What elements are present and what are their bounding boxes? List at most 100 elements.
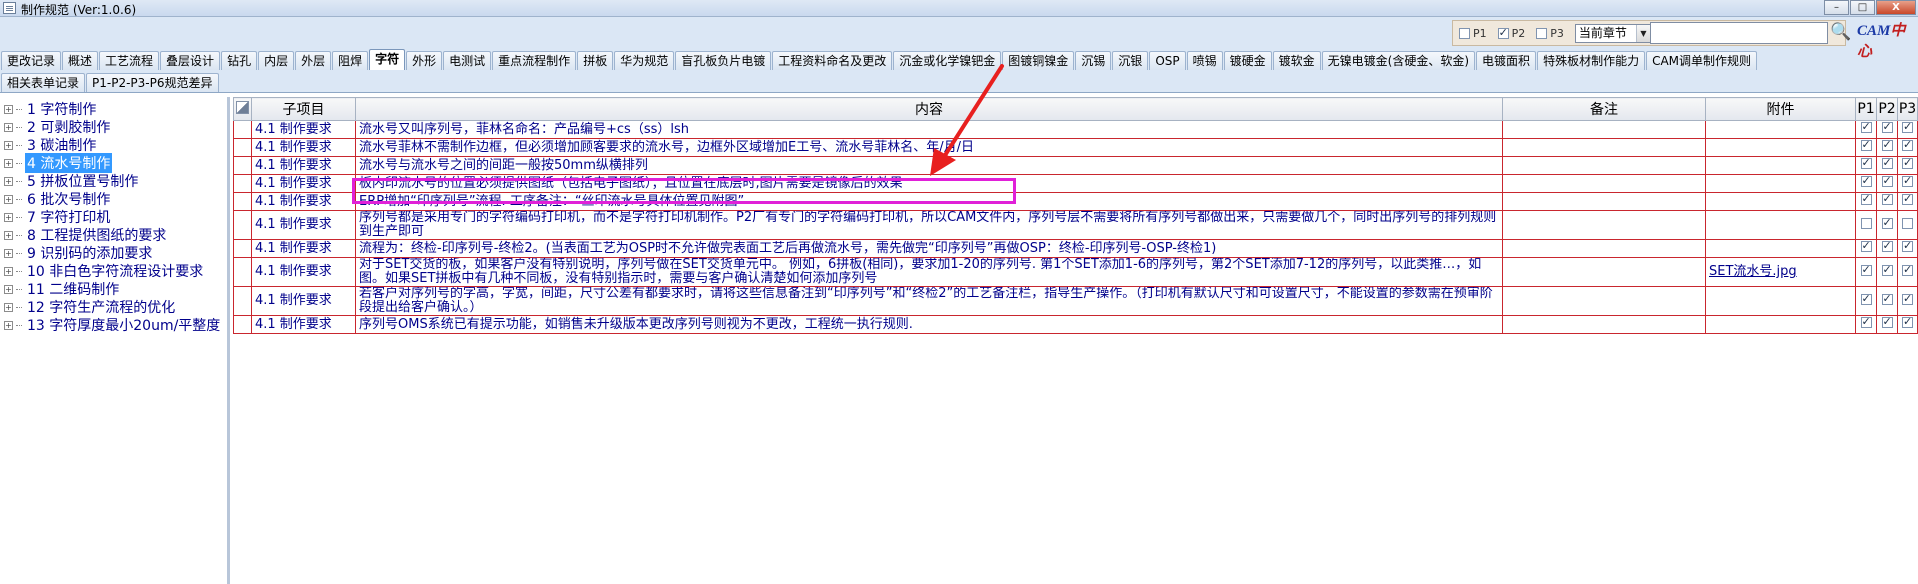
tree-item[interactable]: +4 流水号制作 [0, 153, 227, 173]
p2-checkbox[interactable] [1881, 176, 1893, 188]
p1-checkbox[interactable] [1860, 176, 1872, 188]
tab-25[interactable]: 电镀面积 [1476, 51, 1537, 70]
tab-10[interactable]: 电测试 [443, 51, 492, 70]
tree-item[interactable]: +9 识别码的添加要求 [0, 244, 227, 262]
table-row[interactable]: 4.1 制作要求 流水号菲林不需制作边框，但必须增加顾客要求的流水号，边框外区域增… [233, 138, 1918, 157]
row-selector[interactable] [233, 315, 252, 334]
tab-21[interactable]: 喷锡 [1186, 51, 1223, 70]
tab-1[interactable]: 概述 [62, 51, 99, 70]
scope-select[interactable]: 当前章节 ▼ [1574, 23, 1651, 43]
p2-checkbox[interactable] [1881, 140, 1893, 152]
tab-27[interactable]: CAM调单制作规则 [1646, 51, 1758, 70]
cell-remark[interactable] [1502, 239, 1706, 258]
tab-3[interactable]: 叠层设计 [160, 51, 221, 70]
tab-12[interactable]: 拼板 [577, 51, 614, 70]
p3-filter-checkbox[interactable] [1536, 27, 1548, 39]
table-row[interactable]: 4.1 制作要求 板内印流水号的位置必须提供图纸（包括电子图纸）；且位置在底层时,… [233, 174, 1918, 193]
p1-checkbox[interactable] [1860, 263, 1872, 277]
tree-item[interactable]: +11 二维码制作 [0, 280, 227, 298]
tree-item[interactable]: +13 字符厚度最小20um/平整度 [0, 316, 227, 334]
table-row[interactable]: 4.1 制作要求 序列号OMS系统已有提示功能，如销售未升级版本更改序列号则视为不… [233, 315, 1918, 334]
tab-15[interactable]: 工程资料命名及更改 [772, 51, 893, 70]
p1-checkbox[interactable] [1860, 292, 1872, 306]
tree-item[interactable]: +1 字符制作 [0, 100, 227, 118]
p2-checkbox[interactable] [1881, 122, 1893, 134]
attachment-link[interactable]: SET流水号.jpg [1709, 264, 1797, 279]
search-input[interactable] [1650, 22, 1828, 44]
table-row[interactable]: 4.1 制作要求 若客户对序列号的字高，字宽，间距，尺寸公差有都要求时，请将这些信… [233, 286, 1918, 316]
cell-remark[interactable] [1502, 156, 1706, 175]
cell-remark[interactable] [1502, 315, 1706, 334]
expand-plus-icon[interactable]: + [4, 122, 13, 132]
tab-22[interactable]: 镀硬金 [1223, 51, 1272, 70]
p1-checkbox[interactable] [1860, 122, 1872, 134]
tree-item[interactable]: +3 碳油制作 [0, 136, 227, 154]
tab-secondary-0[interactable]: 相关表单记录 [1, 73, 86, 92]
expand-plus-icon[interactable]: + [4, 302, 13, 312]
expand-plus-icon[interactable]: + [4, 248, 13, 258]
tab-4[interactable]: 钻孔 [221, 51, 258, 70]
tab-24[interactable]: 无镍电镀金(含硬金、软金) [1321, 51, 1476, 70]
p1-checkbox[interactable] [1860, 241, 1872, 253]
cell-remark[interactable] [1502, 192, 1706, 211]
p3-checkbox[interactable] [1902, 140, 1913, 152]
column-header-content[interactable]: 内容 [355, 97, 1503, 121]
p3-checkbox[interactable] [1902, 263, 1913, 277]
column-header-remark[interactable]: 备注 [1502, 97, 1706, 121]
tab-2[interactable]: 工艺流程 [99, 51, 160, 70]
p1-checkbox[interactable] [1860, 217, 1872, 229]
tree-item[interactable]: +6 批次号制作 [0, 190, 227, 208]
table-row[interactable]: 4.1 制作要求 流水号又叫序列号，菲林名命名：产品编号+cs（ss）lsh [233, 120, 1918, 139]
column-header-p1[interactable]: P1 [1855, 97, 1877, 121]
expand-plus-icon[interactable]: + [4, 212, 13, 222]
p1-checkbox[interactable] [1860, 158, 1872, 170]
maximize-button[interactable]: □ [1850, 0, 1875, 15]
column-header-attachment[interactable]: 附件 [1705, 97, 1856, 121]
cell-remark[interactable] [1502, 257, 1706, 287]
expand-plus-icon[interactable]: + [4, 284, 13, 294]
tab-26[interactable]: 特殊板材制作能力 [1537, 51, 1646, 70]
tab-7[interactable]: 阻焊 [332, 51, 369, 70]
p3-checkbox[interactable] [1902, 194, 1913, 206]
expand-plus-icon[interactable]: + [4, 104, 13, 114]
expand-plus-icon[interactable]: + [4, 158, 13, 168]
p3-checkbox[interactable] [1902, 317, 1913, 329]
tab-9[interactable]: 外形 [406, 51, 443, 70]
p1-checkbox[interactable] [1860, 194, 1872, 206]
column-header-sub[interactable]: 子项目 [251, 97, 356, 121]
p3-checkbox[interactable] [1902, 158, 1913, 170]
tree-item[interactable]: +10 非白色字符流程设计要求 [0, 262, 227, 280]
expand-plus-icon[interactable]: + [4, 176, 13, 186]
cell-remark[interactable] [1502, 138, 1706, 157]
p2-checkbox[interactable] [1881, 317, 1893, 329]
p3-checkbox[interactable] [1902, 292, 1913, 306]
tab-6[interactable]: 外层 [295, 51, 332, 70]
table-row[interactable]: 4.1 制作要求 ERP增加“印序列号”流程. 工序备注：“丝印流水号具体位置见附… [233, 192, 1918, 211]
column-header-p3[interactable]: P3 [1897, 97, 1918, 121]
p2-checkbox[interactable] [1881, 263, 1893, 277]
tab-14[interactable]: 盲孔板负片电镀 [675, 51, 772, 70]
p2-checkbox[interactable] [1881, 216, 1893, 230]
cell-remark[interactable] [1502, 286, 1706, 316]
tree-item[interactable]: +7 字符打印机 [0, 208, 227, 226]
tab-13[interactable]: 华为规范 [614, 51, 675, 70]
tab-17[interactable]: 图镀铜镍金 [1002, 51, 1075, 70]
tree-item[interactable]: +12 字符生产流程的优化 [0, 298, 227, 316]
cell-remark[interactable] [1502, 210, 1706, 240]
tab-11[interactable]: 重点流程制作 [492, 51, 577, 70]
p3-checkbox[interactable] [1902, 122, 1913, 134]
select-all-corner[interactable] [233, 97, 252, 121]
tree-item[interactable]: +5 拼板位置号制作 [0, 172, 227, 190]
p1-checkbox[interactable] [1860, 140, 1872, 152]
cell-remark[interactable] [1502, 174, 1706, 193]
expand-plus-icon[interactable]: + [4, 140, 13, 150]
minimize-button[interactable]: – [1824, 0, 1849, 15]
p3-checkbox[interactable] [1902, 241, 1913, 253]
search-icon[interactable]: 🔍 [1830, 22, 1852, 44]
column-header-p2[interactable]: P2 [1876, 97, 1898, 121]
row-selector[interactable] [233, 156, 252, 175]
row-selector[interactable] [233, 138, 252, 157]
row-selector[interactable] [233, 120, 252, 139]
p2-filter-checkbox[interactable] [1497, 26, 1509, 39]
cell-remark[interactable] [1502, 120, 1706, 139]
